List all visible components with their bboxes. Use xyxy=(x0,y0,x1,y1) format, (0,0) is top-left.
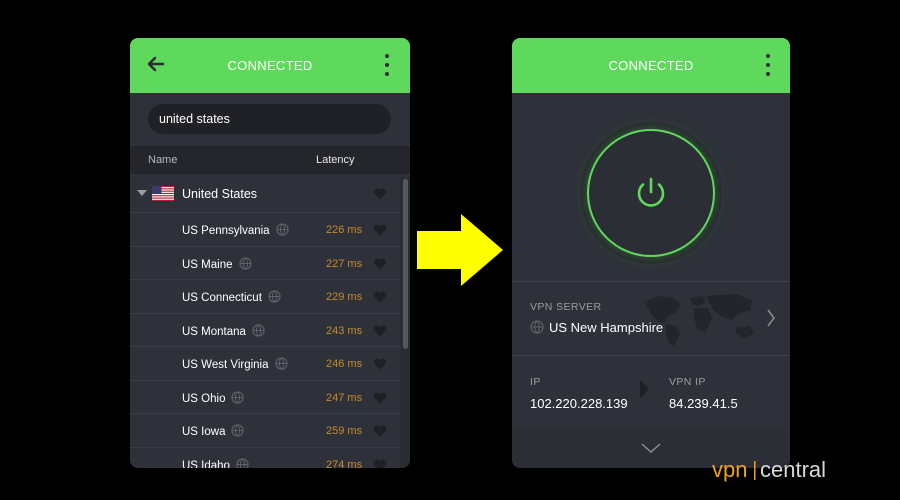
server-name: US Montana xyxy=(182,323,265,340)
server-name: US Ohio xyxy=(182,390,245,407)
server-name-label: US Iowa xyxy=(182,426,226,438)
heart-icon[interactable] xyxy=(373,358,387,370)
column-header: Name Latency xyxy=(130,146,410,174)
globe-icon xyxy=(274,357,288,373)
server-name-label: US Connecticut xyxy=(182,292,262,304)
more-vert-icon[interactable] xyxy=(383,54,391,76)
latency-value: 259 ms xyxy=(326,425,363,437)
power-icon xyxy=(637,177,665,207)
heart-icon[interactable] xyxy=(373,325,387,337)
latency-value: 243 ms xyxy=(326,324,363,337)
vpn-server-value: US New Hampshire xyxy=(530,320,663,337)
chevron-right-icon[interactable] xyxy=(766,308,776,328)
server-row[interactable]: US Montana 243 ms xyxy=(130,312,400,347)
heart-icon[interactable] xyxy=(373,392,387,404)
server-name-label: US Pennsylvania xyxy=(182,225,270,237)
scrollbar-thumb[interactable] xyxy=(403,179,408,349)
header-bar: CONNECTED xyxy=(130,38,410,93)
server-list-screen: CONNECTED Name Latency United States xyxy=(130,38,410,468)
latency-column-header[interactable]: Latency xyxy=(316,154,355,166)
transition-arrow-icon xyxy=(415,212,505,293)
globe-icon xyxy=(236,457,249,468)
server-name-label: US Idaho xyxy=(182,459,230,469)
globe-icon xyxy=(530,320,544,337)
heart-icon[interactable] xyxy=(373,459,387,468)
ip-info: IP 102.220.228.139 xyxy=(530,376,628,411)
server-row[interactable]: US Ohio 247 ms xyxy=(130,379,400,414)
svg-text:vpn: vpn xyxy=(712,457,747,482)
server-name: US Iowa xyxy=(182,424,245,440)
country-group-row[interactable]: United States xyxy=(130,177,400,211)
scrollbar[interactable] xyxy=(400,177,410,468)
server-row[interactable]: US Maine 227 ms xyxy=(130,245,400,280)
globe-icon xyxy=(231,390,245,407)
name-column-header[interactable]: Name xyxy=(148,154,177,166)
latency-value: 227 ms xyxy=(326,257,363,270)
latency-value: 246 ms xyxy=(326,358,363,370)
vpn-ip-value: 84.239.41.5 xyxy=(669,396,738,411)
heart-icon[interactable] xyxy=(373,224,387,236)
heart-icon[interactable] xyxy=(373,425,387,437)
server-name: US Maine xyxy=(182,256,252,273)
vpn-ip-info: VPN IP 84.239.41.5 xyxy=(669,376,738,411)
direction-arrow-icon xyxy=(640,380,649,398)
expand-caret-icon[interactable] xyxy=(137,190,147,196)
power-button[interactable] xyxy=(587,129,715,257)
vpn-server-caption: VPN SERVER xyxy=(530,301,602,313)
header-bar: CONNECTED xyxy=(512,38,790,93)
server-name-label: US Ohio xyxy=(182,392,226,405)
vpn-server-name: US New Hampshire xyxy=(549,320,664,335)
power-button-ring xyxy=(580,122,722,264)
globe-icon xyxy=(268,290,281,306)
server-list: US Pennsylvania 226 ms US Maine 227 ms US Co… xyxy=(130,212,400,468)
server-row[interactable]: US West Virginia 246 ms xyxy=(130,346,400,380)
svg-text:central: central xyxy=(760,457,826,482)
heart-icon[interactable] xyxy=(373,291,387,303)
globe-icon xyxy=(275,223,289,239)
heart-icon[interactable] xyxy=(373,188,387,200)
divider xyxy=(512,355,790,356)
server-name: US Pennsylvania xyxy=(182,223,289,239)
latency-value: 247 ms xyxy=(326,391,363,404)
vpn-ip-caption: VPN IP xyxy=(669,376,706,388)
server-row[interactable]: US Pennsylvania 226 ms xyxy=(130,212,400,246)
globe-icon xyxy=(238,256,252,273)
heart-icon[interactable] xyxy=(373,258,387,270)
latency-value: 274 ms xyxy=(326,458,363,469)
chevron-down-icon xyxy=(641,443,661,454)
vpn-server-selector[interactable]: VPN SERVER US New Hampshire xyxy=(512,282,790,356)
more-vert-icon[interactable] xyxy=(764,54,772,76)
server-row[interactable]: US Iowa 259 ms xyxy=(130,413,400,447)
latency-value: 226 ms xyxy=(326,224,363,236)
world-map-icon xyxy=(644,294,754,346)
ip-value: 102.220.228.139 xyxy=(530,396,628,411)
server-name: US Connecticut xyxy=(182,290,281,306)
ip-caption: IP xyxy=(530,376,541,388)
vpncentral-logo: vpn central xyxy=(712,457,826,482)
search-input[interactable] xyxy=(148,104,391,134)
globe-icon xyxy=(231,424,245,440)
globe-icon xyxy=(252,323,265,340)
connected-screen: CONNECTED VPN SERVER US New Hampshire IP… xyxy=(512,38,790,468)
server-row[interactable]: US Connecticut 229 ms xyxy=(130,279,400,313)
latency-value: 229 ms xyxy=(326,291,363,303)
server-name: US West Virginia xyxy=(182,357,288,373)
server-name-label: US Montana xyxy=(182,325,246,338)
server-name: US Idaho xyxy=(182,457,249,469)
country-label: United States xyxy=(182,187,258,201)
connection-status-title: CONNECTED xyxy=(608,58,694,73)
us-flag-icon xyxy=(152,186,174,201)
server-row[interactable]: US Idaho 274 ms xyxy=(130,446,400,469)
server-name-label: US Maine xyxy=(182,258,233,271)
connection-status-title: CONNECTED xyxy=(227,58,313,73)
server-name-label: US West Virginia xyxy=(182,359,269,371)
